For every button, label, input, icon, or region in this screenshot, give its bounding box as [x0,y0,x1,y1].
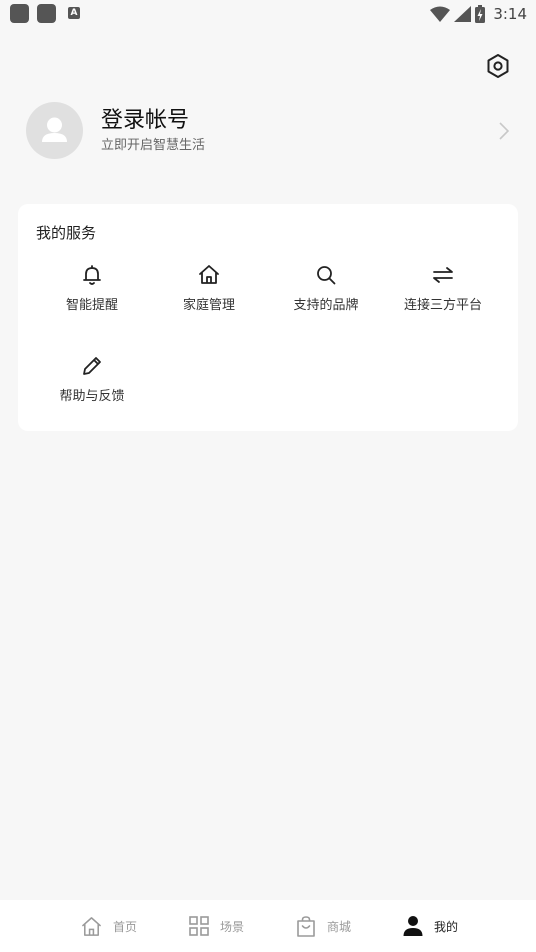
nav-mine[interactable]: 我的 [402,913,458,939]
service-label: 家庭管理 [182,298,235,313]
service-label: 支持的品牌 [293,298,359,313]
settings-icon[interactable] [485,53,511,79]
service-help-feedback[interactable]: 帮助与反馈 [33,354,151,424]
service-label: 帮助与反馈 [59,389,125,404]
shopping-bag-icon [297,915,315,937]
signal-icon [454,6,472,22]
nav-home[interactable]: 首页 [80,913,137,939]
service-third-party[interactable]: 连接三方平台 [384,263,502,333]
swap-icon [433,267,453,283]
nav-label: 我的 [434,919,459,934]
wifi-icon [430,6,451,22]
services-card: 我的服务 智能提醒 家庭管理 支持的品牌 连接三方平台 帮助与反馈 [18,204,518,431]
service-smart-reminder[interactable]: 智能提醒 [33,263,151,333]
bottom-nav: 首页 场景 商城 我的 [0,900,536,952]
person-icon [403,916,423,936]
notification-icon [10,4,29,23]
nav-label: 商城 [327,919,352,934]
search-icon [317,266,336,285]
keyboard-icon: A [68,7,80,19]
nav-label: 首页 [113,919,138,934]
status-bar: A 3:14 [0,0,536,28]
pencil-icon [83,357,101,375]
status-time: 3:14 [493,5,527,23]
login-title[interactable]: 登录帐号 [101,107,189,135]
battery-charging-icon [475,5,486,23]
nav-label: 场景 [220,919,245,934]
service-family-management[interactable]: 家庭管理 [150,263,268,333]
login-row[interactable]: 登录帐号 立即开启智慧生活 [26,102,516,160]
nav-scenes[interactable]: 场景 [188,913,244,939]
notification-icon [37,4,56,23]
login-subtitle: 立即开启智慧生活 [101,138,206,153]
chevron-right-icon[interactable] [498,121,510,141]
services-title: 我的服务 [36,224,97,242]
nav-store[interactable]: 商城 [295,913,351,939]
avatar-icon[interactable] [26,102,83,159]
service-supported-brands[interactable]: 支持的品牌 [267,263,385,333]
home-icon [82,916,101,936]
grid-icon [189,916,209,936]
home-icon [199,265,219,284]
bell-icon [83,265,101,285]
service-label: 连接三方平台 [403,298,482,313]
service-label: 智能提醒 [65,298,118,313]
